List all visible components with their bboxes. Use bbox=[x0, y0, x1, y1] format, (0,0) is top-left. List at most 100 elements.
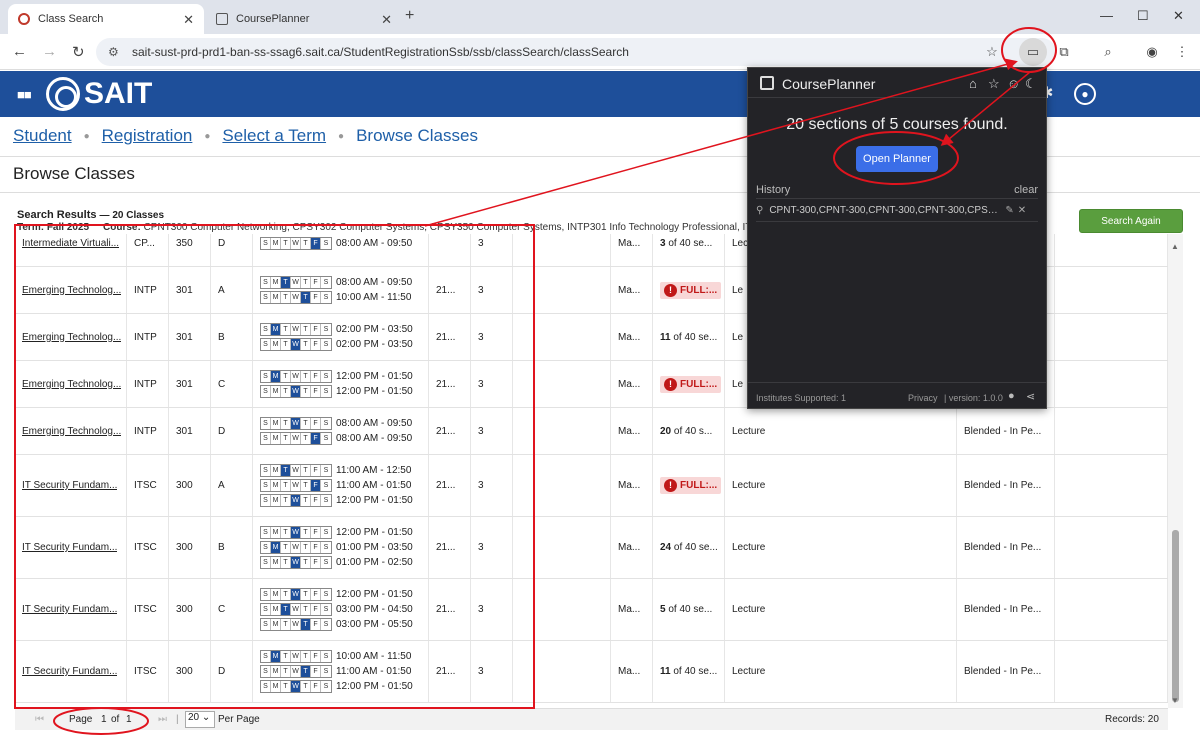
subject-code: INTP bbox=[134, 284, 157, 296]
page-label: Page bbox=[69, 714, 93, 725]
course-title-link[interactable]: Emerging Technolog... bbox=[22, 332, 121, 343]
cell-status: 11 of 40 se... bbox=[653, 641, 725, 702]
version-label: | version: 1.0.0 bbox=[944, 393, 1003, 403]
records-count: Records: 20 bbox=[1105, 714, 1159, 725]
weekday-cell: W bbox=[291, 371, 301, 382]
meeting-line: S M T W T F S 03:00 PM - 04:50 bbox=[260, 602, 413, 617]
remove-icon[interactable]: ✕ bbox=[1018, 205, 1026, 216]
app-grid-icon[interactable]: ■■ bbox=[17, 87, 32, 102]
star-icon[interactable]: ☆ bbox=[988, 76, 1000, 92]
close-tab-icon[interactable]: ✕ bbox=[183, 12, 194, 28]
meeting-line: S M T W T F S 12:00 PM - 01:50 bbox=[260, 587, 413, 602]
home-icon[interactable]: ⌂ bbox=[969, 76, 977, 91]
privacy-link[interactable]: Privacy bbox=[908, 393, 938, 403]
course-number: 300 bbox=[176, 542, 193, 553]
weekday-cell: S bbox=[261, 237, 271, 249]
search-again-button[interactable]: Search Again bbox=[1079, 209, 1183, 233]
campus-value: Ma... bbox=[618, 604, 641, 615]
course-title-link[interactable]: IT Security Fundam... bbox=[22, 666, 117, 677]
cell-delivery: Blended - In Pe... bbox=[957, 641, 1055, 702]
menu-kebab-icon[interactable]: ⋮ bbox=[1168, 38, 1196, 66]
minimize-icon[interactable]: — bbox=[1100, 8, 1113, 23]
course-title-link[interactable]: Emerging Technolog... bbox=[22, 379, 121, 390]
cell-empty bbox=[513, 234, 611, 266]
course-title-link[interactable]: Emerging Technolog... bbox=[22, 285, 121, 296]
close-window-icon[interactable]: ✕ bbox=[1173, 8, 1184, 24]
course-value: CPNT300 Computer Networking, CPSY302 Com… bbox=[143, 222, 757, 233]
weekday-cell: S bbox=[261, 666, 271, 677]
last-page-icon[interactable]: ⏭ bbox=[158, 714, 167, 725]
address-bar[interactable]: ⚙ sait-sust-prd-prd1-ban-ss-ssag6.sait.c… bbox=[96, 38, 1056, 66]
bookmark-star-icon[interactable]: ☆ bbox=[978, 38, 1006, 66]
cell-empty bbox=[1055, 234, 1168, 266]
profile-icon[interactable]: ◉ bbox=[1138, 38, 1166, 66]
course-title-link[interactable]: IT Security Fundam... bbox=[22, 480, 117, 491]
share-icon[interactable]: ⋖ bbox=[1026, 390, 1035, 403]
extensions-puzzle-icon[interactable]: ⧉ bbox=[1050, 38, 1078, 66]
alert-icon: ! bbox=[664, 377, 677, 391]
forward-icon[interactable]: → bbox=[42, 43, 57, 60]
weekday-cell: W bbox=[291, 651, 301, 662]
weekday-cell: F bbox=[311, 292, 321, 303]
edit-icon[interactable]: ✎ bbox=[1005, 205, 1013, 216]
weekday-cell: M bbox=[271, 418, 281, 429]
chat-icon[interactable]: ☺ bbox=[1007, 76, 1020, 91]
weekday-cell: F bbox=[311, 371, 321, 382]
tab-class-search[interactable]: Class Search ✕ bbox=[8, 4, 204, 34]
course-title-link[interactable]: Intermediate Virtuali... bbox=[22, 238, 119, 249]
course-title-link[interactable]: Emerging Technolog... bbox=[22, 426, 121, 437]
pin-icon[interactable]: ⚲ bbox=[756, 205, 763, 216]
open-planner-button[interactable]: Open Planner bbox=[856, 146, 938, 172]
breadcrumb-student[interactable]: Student bbox=[13, 126, 72, 146]
weekday-cell: T bbox=[281, 465, 291, 476]
history-item[interactable]: ⚲ CPNT-300,CPNT-300,CPNT-300,CPNT-300,CP… bbox=[756, 198, 1038, 222]
weekday-cell: W bbox=[291, 465, 301, 476]
table-row[interactable]: IT Security Fundam... ITSC 300 C S M T W T F S 12:0… bbox=[15, 579, 1168, 641]
breadcrumb-registration[interactable]: Registration bbox=[102, 126, 193, 146]
course-title-link[interactable]: IT Security Fundam... bbox=[22, 604, 117, 615]
course-title-link[interactable]: IT Security Fundam... bbox=[22, 542, 117, 553]
cell-subject: INTP bbox=[127, 314, 169, 360]
back-icon[interactable]: ← bbox=[12, 43, 27, 60]
site-info-icon[interactable]: ⚙ bbox=[108, 45, 119, 59]
scroll-up-icon[interactable]: ▲ bbox=[1171, 242, 1179, 251]
page-number-input[interactable]: 1 bbox=[101, 714, 107, 725]
seats-status: 3 of 40 se... bbox=[660, 237, 713, 249]
table-row[interactable]: Emerging Technolog... INTP 301 D S M T W T F S 08:0… bbox=[15, 408, 1168, 455]
dark-mode-moon-icon[interactable]: ☾ bbox=[1025, 76, 1037, 92]
cell-empty bbox=[513, 267, 611, 313]
per-page-select[interactable]: 20 ⌄ bbox=[185, 711, 215, 728]
meeting-time: 03:00 PM - 04:50 bbox=[336, 604, 413, 615]
delivery-method: Blended - In Pe... bbox=[964, 666, 1042, 677]
scrollbar-thumb[interactable] bbox=[1172, 530, 1179, 702]
table-row[interactable]: IT Security Fundam... ITSC 300 A S M T W T F S 11:0… bbox=[15, 455, 1168, 517]
maximize-icon[interactable]: ☐ bbox=[1137, 8, 1149, 24]
tab-search-icon[interactable]: ⌕ bbox=[1094, 38, 1122, 66]
weekday-cell: S bbox=[261, 542, 271, 553]
meeting-time: 01:00 PM - 02:50 bbox=[336, 557, 413, 568]
sait-logo[interactable]: SAIT bbox=[46, 77, 152, 111]
scroll-down-icon[interactable]: ▼ bbox=[1171, 696, 1179, 705]
clear-history-link[interactable]: clear bbox=[1014, 184, 1038, 196]
close-tab-icon[interactable]: ✕ bbox=[381, 12, 392, 28]
sait-favicon-icon bbox=[18, 13, 30, 25]
first-page-icon[interactable]: ⏮ bbox=[35, 714, 44, 725]
courseplanner-extension-icon[interactable]: ▭ bbox=[1019, 38, 1047, 66]
breadcrumb-select-term[interactable]: Select a Term bbox=[222, 126, 326, 146]
weekday-cell: F bbox=[311, 277, 321, 288]
github-icon[interactable]: ● bbox=[1008, 390, 1015, 402]
weekday-cell: M bbox=[271, 292, 281, 303]
new-tab-button[interactable]: + bbox=[405, 7, 414, 25]
cell-title: Emerging Technolog... bbox=[15, 314, 127, 360]
cell-title: IT Security Fundam... bbox=[15, 517, 127, 578]
table-row[interactable]: IT Security Fundam... ITSC 300 D S M T W T F S 10:0… bbox=[15, 641, 1168, 703]
table-row[interactable]: IT Security Fundam... ITSC 300 B S M T W T F S 12:0… bbox=[15, 517, 1168, 579]
user-avatar-icon[interactable]: ● bbox=[1074, 83, 1096, 105]
meeting-time: 08:00 AM - 09:50 bbox=[336, 237, 413, 249]
reload-icon[interactable]: ↻ bbox=[72, 43, 85, 61]
tab-courseplanner[interactable]: CoursePlanner ✕ bbox=[206, 4, 402, 34]
schedule-type: Le bbox=[732, 284, 744, 296]
course-number: 301 bbox=[176, 378, 193, 390]
meeting-time: 11:00 AM - 01:50 bbox=[336, 480, 412, 491]
table-scrollbar[interactable]: ▲ ▼ bbox=[1168, 234, 1183, 708]
